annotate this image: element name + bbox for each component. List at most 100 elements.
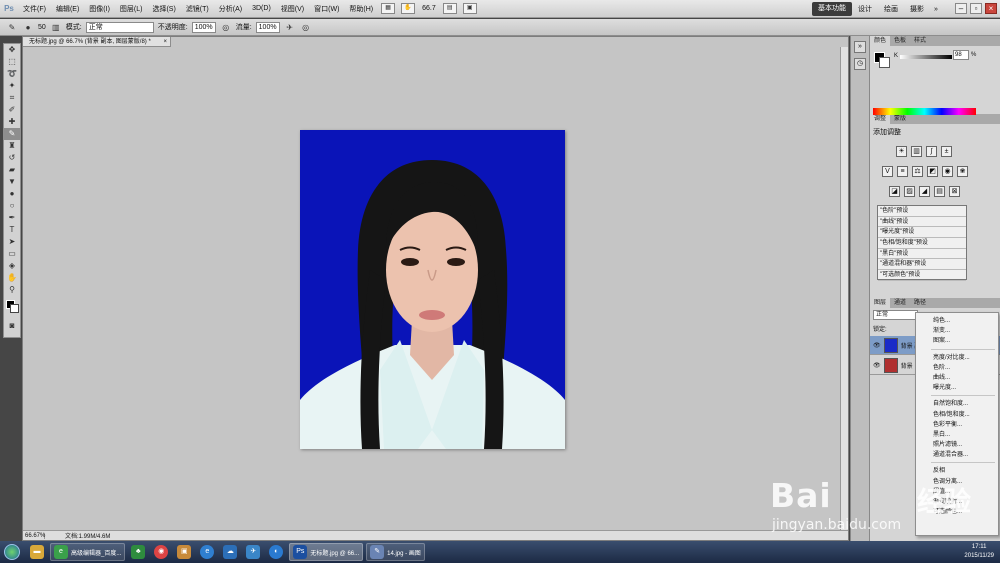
invert-icon[interactable]: ◪ (889, 186, 900, 197)
pen-tool-icon[interactable]: ✒ (4, 212, 20, 224)
workspace-painting[interactable]: 绘画 (878, 4, 904, 14)
preset-hue-saturation[interactable]: "色相/饱和度"预设 (878, 238, 966, 249)
tab-paths[interactable]: 路径 (910, 298, 930, 308)
blur-tool-icon[interactable]: ● (4, 188, 20, 200)
workspace-more[interactable]: » (930, 6, 942, 13)
menu-layer[interactable]: 图层(L) (115, 4, 148, 14)
posterize-icon[interactable]: ▨ (904, 186, 915, 197)
menu-analysis[interactable]: 分析(A) (214, 4, 247, 14)
color-ramp[interactable] (873, 108, 976, 115)
taskbar-photos[interactable]: ▣ (174, 543, 194, 561)
tab-channels[interactable]: 通道 (890, 298, 910, 308)
bridge-icon[interactable]: ▦ (381, 3, 396, 14)
preset-levels[interactable]: "色阶"预设 (878, 206, 966, 217)
close-icon[interactable]: × (163, 37, 167, 46)
preset-channel-mixer[interactable]: "通道混和器"预设 (878, 259, 966, 271)
background-color[interactable] (10, 304, 19, 313)
type-tool-icon[interactable]: T (4, 224, 20, 236)
black-white-icon[interactable]: ◩ (927, 166, 938, 177)
pressure-size-icon[interactable]: ◎ (300, 22, 312, 33)
healing-tool-icon[interactable]: ✚ (4, 116, 20, 128)
preset-curves[interactable]: "曲线"预设 (878, 217, 966, 228)
restore-button[interactable]: ▫ (970, 3, 982, 14)
zoom-level[interactable]: 66.7 (422, 5, 436, 12)
document-tab[interactable]: 无标题.jpg @ 66.7% (背景 副本, 图层蒙版/8) * × (23, 37, 171, 47)
hue-saturation-icon[interactable]: ≡ (897, 166, 908, 177)
k-value-input[interactable]: 98 (953, 50, 969, 60)
workspace-essentials[interactable]: 基本功能 (812, 2, 852, 16)
history-panel-icon[interactable]: ◷ (854, 58, 866, 70)
brush-panel-icon[interactable]: ▥ (50, 22, 62, 33)
menu-item-posterize[interactable]: 色调分离... (916, 477, 998, 487)
panel-background-color[interactable] (879, 57, 890, 68)
menu-item-gradient-map[interactable]: 渐变映射... (916, 497, 998, 507)
menu-window[interactable]: 窗口(W) (309, 4, 344, 14)
workspace-photography[interactable]: 摄影 (904, 4, 930, 14)
shape-tool-icon[interactable]: ▭ (4, 248, 20, 260)
quick-select-tool-icon[interactable]: ✦ (4, 80, 20, 92)
menu-help[interactable]: 帮助(H) (344, 4, 378, 14)
tab-masks[interactable]: 蒙版 (890, 114, 910, 124)
taskbar-ie[interactable]: e (197, 543, 217, 561)
threshold-icon[interactable]: ◢ (919, 186, 930, 197)
screen-mode-icon[interactable]: ▣ (462, 3, 477, 14)
exposure-icon[interactable]: ± (941, 146, 952, 157)
brush-size[interactable]: 50 (38, 24, 46, 31)
marquee-tool-icon[interactable]: ⬚ (4, 56, 20, 68)
tab-layers[interactable]: 图层 (870, 298, 891, 308)
menu-item-brightness-contrast[interactable]: 亮度/对比度... (916, 353, 998, 363)
menu-item-curves[interactable]: 曲线... (916, 373, 998, 383)
taskbar-photoshop-window[interactable]: Ps 无标题.jpg @ 66... (289, 543, 364, 561)
menu-edit[interactable]: 编辑(E) (51, 4, 84, 14)
menu-item-invert[interactable]: 反相 (916, 466, 998, 476)
close-button[interactable]: × (985, 3, 997, 14)
taskbar-bird[interactable]: ✈ (243, 543, 263, 561)
taskbar-paint-window[interactable]: ✎ 14.jpg - 画图 (366, 543, 425, 561)
hand-tool-icon[interactable]: ✋ (4, 272, 20, 284)
hand-icon[interactable]: ✋ (401, 3, 416, 14)
eraser-tool-icon[interactable]: ▰ (4, 164, 20, 176)
3d-tool-icon[interactable]: ◈ (4, 260, 20, 272)
menu-select[interactable]: 选择(S) (147, 4, 180, 14)
menu-item-levels[interactable]: 色阶... (916, 363, 998, 373)
taskbar-browser-window[interactable]: e 高级编辑器_百度... (50, 543, 126, 561)
menu-item-gradient[interactable]: 渐变... (916, 326, 998, 336)
menu-item-hue-saturation[interactable]: 色相/饱和度... (916, 410, 998, 420)
opacity-input[interactable]: 100% (191, 21, 216, 33)
workspace-design[interactable]: 设计 (852, 4, 878, 14)
pressure-opacity-icon[interactable]: ◎ (220, 22, 232, 33)
menu-image[interactable]: 图像(I) (84, 4, 115, 14)
arrange-icon[interactable]: ▤ (442, 3, 457, 14)
system-tray-clock[interactable]: 17:11 2015/11/29 (964, 543, 994, 561)
menu-item-photo-filter[interactable]: 照片滤镜... (916, 440, 998, 450)
quick-mask-icon[interactable]: ◙ (4, 320, 20, 332)
color-balance-icon[interactable]: ⚖ (912, 166, 923, 177)
start-button[interactable] (0, 541, 24, 563)
status-zoom[interactable]: 66.67% (23, 532, 45, 539)
blend-mode-select[interactable]: 正常 (873, 310, 918, 320)
selective-color-icon[interactable]: ⊠ (949, 186, 960, 197)
portrait-photo[interactable] (300, 130, 565, 449)
flow-input[interactable]: 100% (255, 21, 280, 33)
collapse-icon[interactable]: » (854, 41, 866, 53)
menu-item-channel-mixer[interactable]: 通道混合器... (916, 450, 998, 460)
menu-file[interactable]: 文件(F) (18, 4, 51, 14)
lasso-tool-icon[interactable]: ➰ (4, 68, 20, 80)
menu-item-solid-color[interactable]: 纯色... (916, 316, 998, 326)
preset-selective-color[interactable]: "可选颜色"预设 (878, 270, 966, 281)
preset-black-white[interactable]: "黑白"预设 (878, 249, 966, 260)
menu-item-color-balance[interactable]: 色彩平衡... (916, 420, 998, 430)
menu-view[interactable]: 视图(V) (276, 4, 309, 14)
menu-item-black-white[interactable]: 黑白... (916, 430, 998, 440)
mode-select[interactable]: 正常 (85, 21, 154, 33)
brush-tool-icon[interactable]: ✎ (4, 128, 20, 140)
tab-color[interactable]: 颜色 (870, 36, 891, 46)
gradient-map-icon[interactable]: ▤ (934, 186, 945, 197)
airbrush-icon[interactable]: ✈ (284, 22, 296, 33)
visibility-eye-icon[interactable]: 👁 (873, 342, 881, 349)
levels-icon[interactable]: ▥ (911, 146, 922, 157)
taskbar-chrome[interactable]: ◉ (151, 543, 171, 561)
brush-preset-icon[interactable]: ● (22, 22, 34, 33)
tab-adjustments[interactable]: 调整 (870, 114, 891, 124)
visibility-eye-icon[interactable]: 👁 (873, 362, 881, 369)
